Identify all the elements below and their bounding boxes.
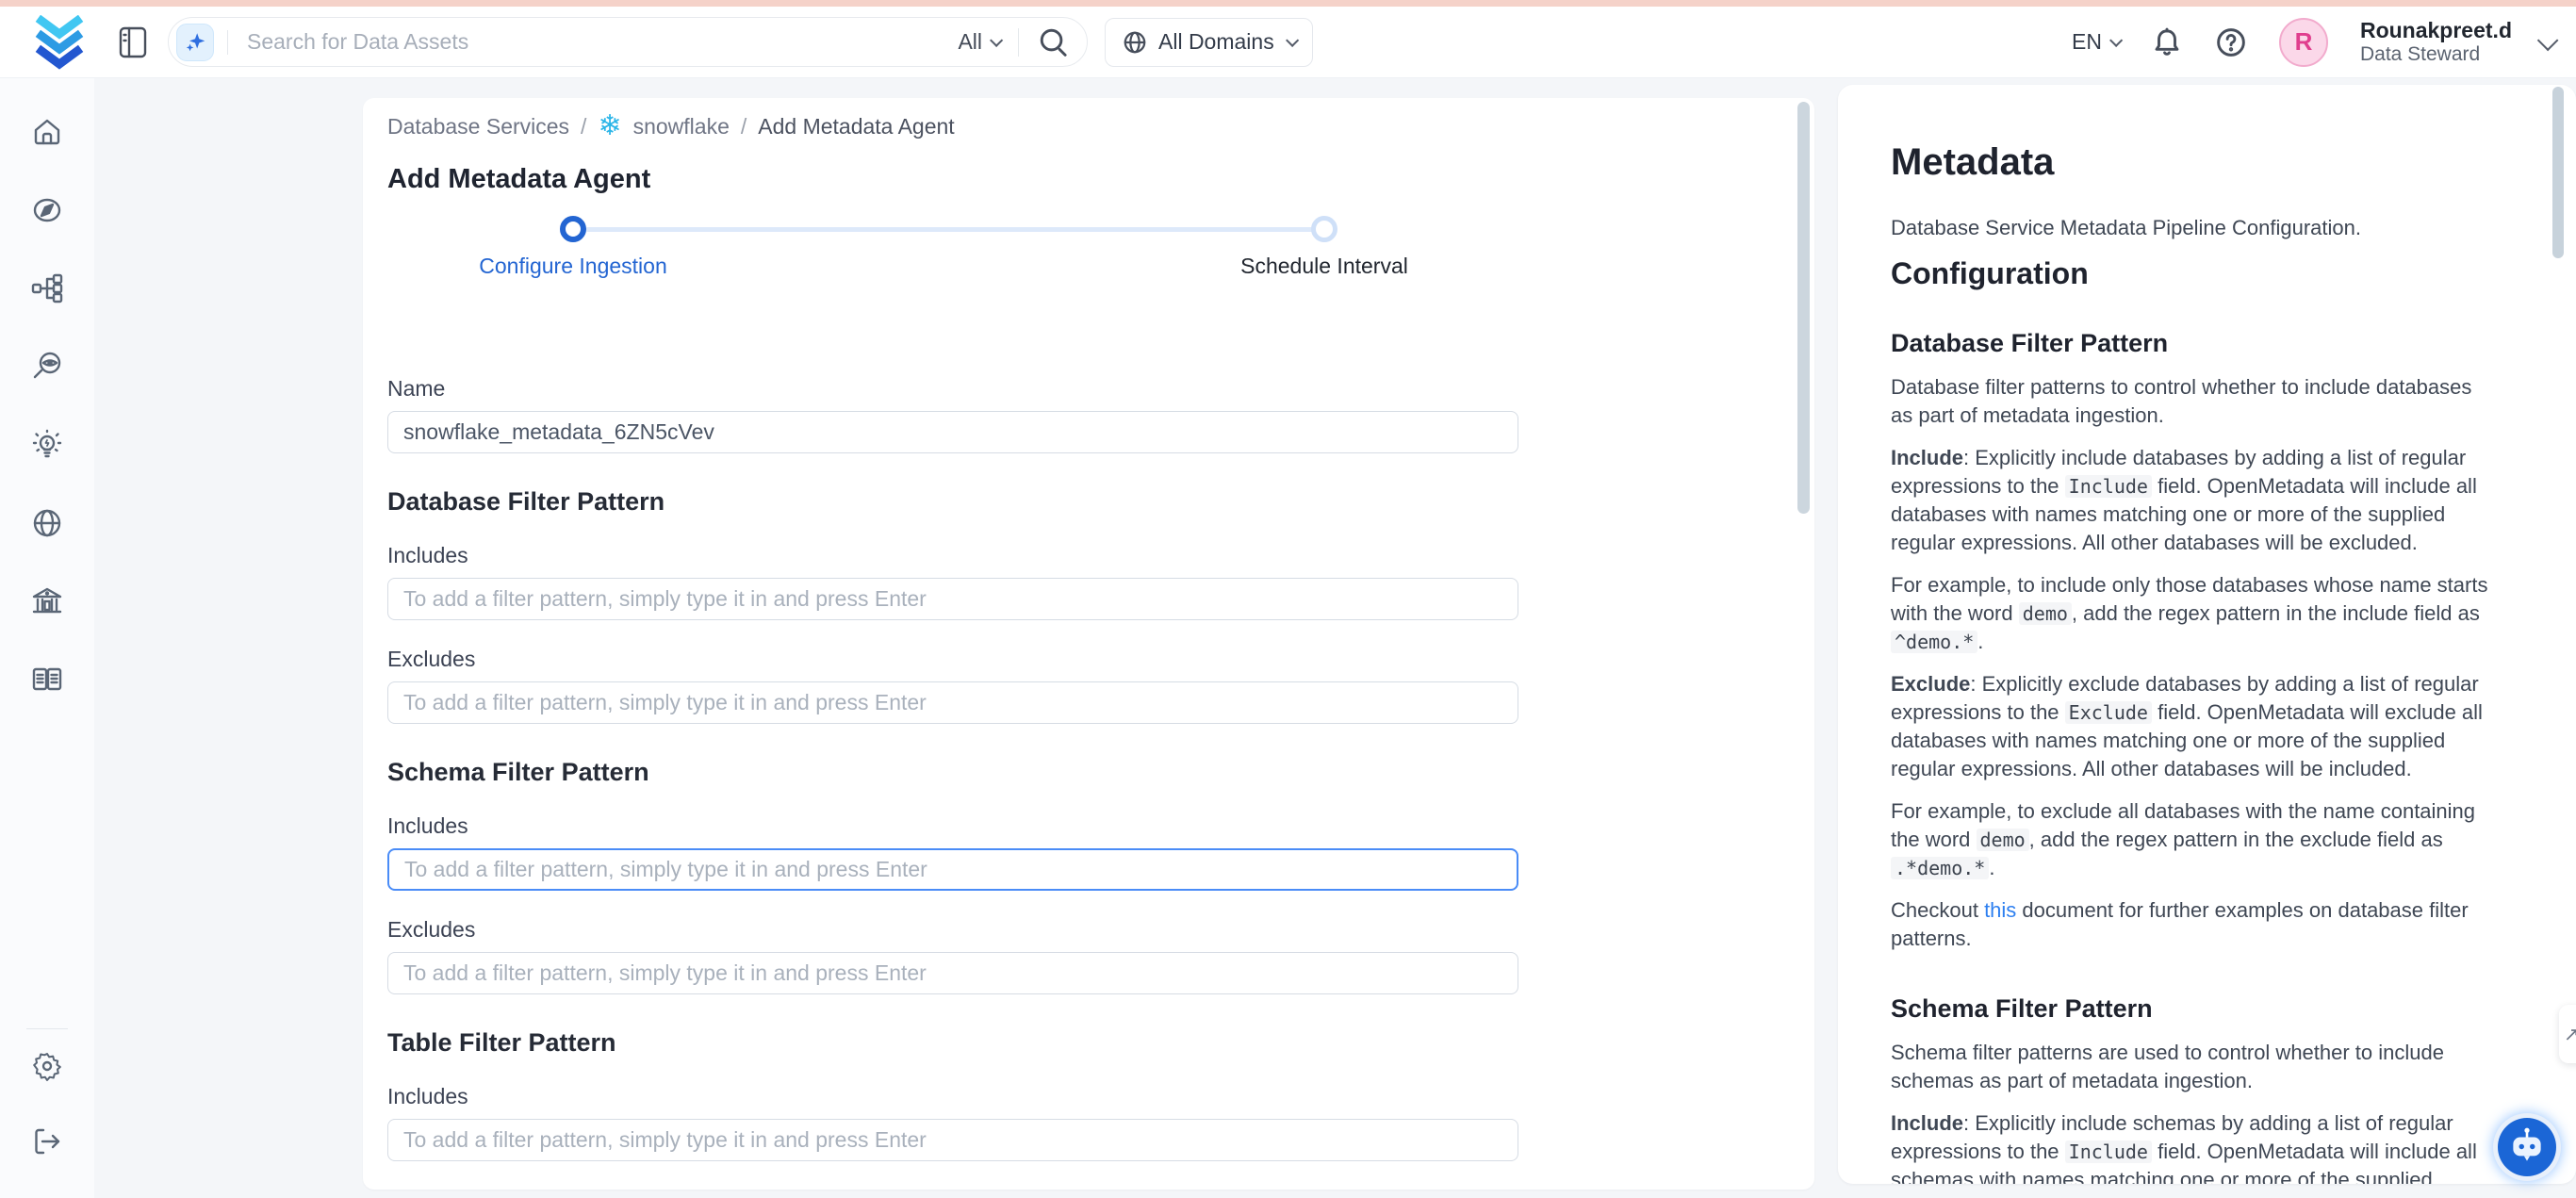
search-scope-dropdown[interactable]: All bbox=[958, 29, 999, 55]
logout-icon bbox=[30, 1124, 64, 1158]
schema-excludes-input[interactable] bbox=[387, 952, 1518, 994]
search-icon[interactable] bbox=[1038, 26, 1070, 58]
step-label-schedule-interval: Schedule Interval bbox=[1240, 254, 1408, 279]
ingestion-form: Name Database Filter Pattern Includes Ex… bbox=[387, 376, 1518, 1190]
includes-label: Includes bbox=[387, 1084, 1518, 1109]
docs-database-filter-heading: Database Filter Pattern bbox=[1891, 329, 2493, 358]
docs-panel: Metadata Database Service Metadata Pipel… bbox=[1838, 85, 2576, 1184]
step-connector bbox=[585, 227, 1324, 232]
breadcrumb-current: Add Metadata Agent bbox=[758, 114, 954, 139]
docs-paragraph: Database filter patterns to control whet… bbox=[1891, 373, 2493, 430]
ingestion-form-panel: Database Services / ❄ snowflake / Add Me… bbox=[363, 98, 1814, 1190]
divider bbox=[1018, 28, 1019, 57]
docs-scrollbar[interactable] bbox=[2552, 87, 2564, 258]
name-field[interactable] bbox=[387, 411, 1518, 453]
sidebar-item-logout[interactable] bbox=[30, 1124, 64, 1158]
search-eye-icon bbox=[30, 350, 64, 384]
left-nav bbox=[0, 78, 94, 1198]
globe-icon bbox=[30, 506, 64, 540]
step-circle-configure-ingestion[interactable] bbox=[560, 216, 586, 242]
includes-label: Includes bbox=[387, 543, 1518, 568]
sidebar-item-settings[interactable] bbox=[30, 1049, 64, 1083]
ai-sparkle-icon[interactable] bbox=[176, 24, 214, 61]
user-name: Rounakpreet.d bbox=[2360, 18, 2512, 42]
lightbulb-icon bbox=[30, 428, 64, 462]
top-accent-strip bbox=[0, 0, 2576, 7]
name-label: Name bbox=[387, 376, 1518, 402]
section-title-schema-filter: Schema Filter Pattern bbox=[387, 758, 1518, 787]
sidebar-item-observability[interactable] bbox=[30, 350, 64, 384]
domains-label: All Domains bbox=[1158, 29, 1274, 55]
home-icon bbox=[30, 115, 64, 149]
search-input[interactable] bbox=[228, 29, 958, 55]
snowflake-icon: ❄ bbox=[598, 112, 621, 140]
includes-label: Includes bbox=[387, 813, 1518, 839]
chevron-down-icon bbox=[990, 33, 1003, 46]
docs-paragraph: For example, to include only those datab… bbox=[1891, 571, 2493, 656]
section-title-database-filter: Database Filter Pattern bbox=[387, 487, 1518, 517]
docs-paragraph: Schema filter patterns are used to contr… bbox=[1891, 1039, 2493, 1095]
breadcrumb-snowflake[interactable]: snowflake bbox=[633, 114, 730, 139]
user-menu-chevron-icon[interactable] bbox=[2537, 29, 2559, 51]
expand-icon: ↗ bbox=[2564, 1023, 2576, 1046]
divider bbox=[26, 1028, 68, 1029]
avatar[interactable]: R bbox=[2279, 18, 2328, 67]
open-book-icon bbox=[30, 663, 64, 697]
search-scope-label: All bbox=[958, 29, 982, 55]
language-label: EN bbox=[2072, 29, 2102, 55]
docs-paragraph: Exclude: Explicitly exclude databases by… bbox=[1891, 670, 2493, 783]
sidebar-item-glossary[interactable] bbox=[30, 663, 64, 697]
database-excludes-input[interactable] bbox=[387, 681, 1518, 724]
stepper bbox=[387, 216, 1518, 244]
breadcrumb: Database Services / ❄ snowflake / Add Me… bbox=[387, 111, 1814, 141]
domains-dropdown[interactable]: All Domains bbox=[1105, 18, 1313, 67]
notifications-bell-icon[interactable] bbox=[2151, 26, 2183, 58]
help-icon[interactable] bbox=[2215, 26, 2247, 58]
excludes-label: Excludes bbox=[387, 917, 1518, 943]
sidebar-item-govern[interactable] bbox=[30, 584, 64, 618]
global-search-bar[interactable]: All bbox=[168, 17, 1088, 67]
chevron-down-icon bbox=[1286, 33, 1299, 46]
docs-paragraph-link: Checkout this document for further examp… bbox=[1891, 896, 2493, 953]
page-title: Add Metadata Agent bbox=[387, 164, 1814, 195]
openmetadata-logo-icon[interactable] bbox=[32, 15, 87, 70]
chevron-down-icon bbox=[2109, 33, 2123, 46]
bank-icon bbox=[30, 584, 64, 618]
sidebar-item-home[interactable] bbox=[30, 115, 64, 149]
excludes-label: Excludes bbox=[387, 1188, 1518, 1190]
sidebar-item-domains[interactable] bbox=[30, 506, 64, 540]
breadcrumb-database-services[interactable]: Database Services bbox=[387, 114, 569, 139]
chat-assistant-button[interactable] bbox=[2493, 1113, 2561, 1181]
sidebar-item-explore[interactable] bbox=[30, 193, 64, 227]
user-role: Data Steward bbox=[2360, 43, 2512, 66]
edge-expand-tab[interactable]: ↗ bbox=[2559, 1005, 2576, 1063]
compass-icon bbox=[30, 193, 64, 227]
docs-title: Metadata bbox=[1891, 141, 2493, 184]
docs-config-heading: Configuration bbox=[1891, 256, 2493, 291]
schema-includes-input[interactable] bbox=[387, 848, 1518, 891]
docs-paragraph: Include: Explicitly include databases by… bbox=[1891, 444, 2493, 557]
section-title-table-filter: Table Filter Pattern bbox=[387, 1028, 1518, 1058]
sidebar-toggle-icon[interactable] bbox=[119, 26, 147, 58]
step-label-configure-ingestion: Configure Ingestion bbox=[479, 254, 666, 279]
robot-icon bbox=[2505, 1125, 2549, 1169]
sidebar-item-lineage[interactable] bbox=[30, 271, 64, 305]
main-scrollbar[interactable] bbox=[1797, 102, 1810, 514]
docs-schema-filter-heading: Schema Filter Pattern bbox=[1891, 994, 2493, 1024]
docs-paragraph: Include: Explicitly include schemas by a… bbox=[1891, 1109, 2493, 1184]
gear-icon bbox=[30, 1049, 64, 1083]
step-circle-schedule-interval[interactable] bbox=[1311, 216, 1337, 242]
excludes-label: Excludes bbox=[387, 647, 1518, 672]
docs-paragraph: For example, to exclude all databases wi… bbox=[1891, 797, 2493, 882]
docs-subtitle: Database Service Metadata Pipeline Confi… bbox=[1891, 214, 2493, 242]
database-includes-input[interactable] bbox=[387, 578, 1518, 620]
user-info[interactable]: Rounakpreet.d Data Steward bbox=[2360, 18, 2512, 66]
node-tree-icon bbox=[30, 271, 64, 305]
sidebar-item-insights[interactable] bbox=[30, 428, 64, 462]
language-dropdown[interactable]: EN bbox=[2072, 29, 2119, 55]
app-header: All All Domains EN bbox=[0, 7, 2576, 78]
table-includes-input[interactable] bbox=[387, 1119, 1518, 1161]
